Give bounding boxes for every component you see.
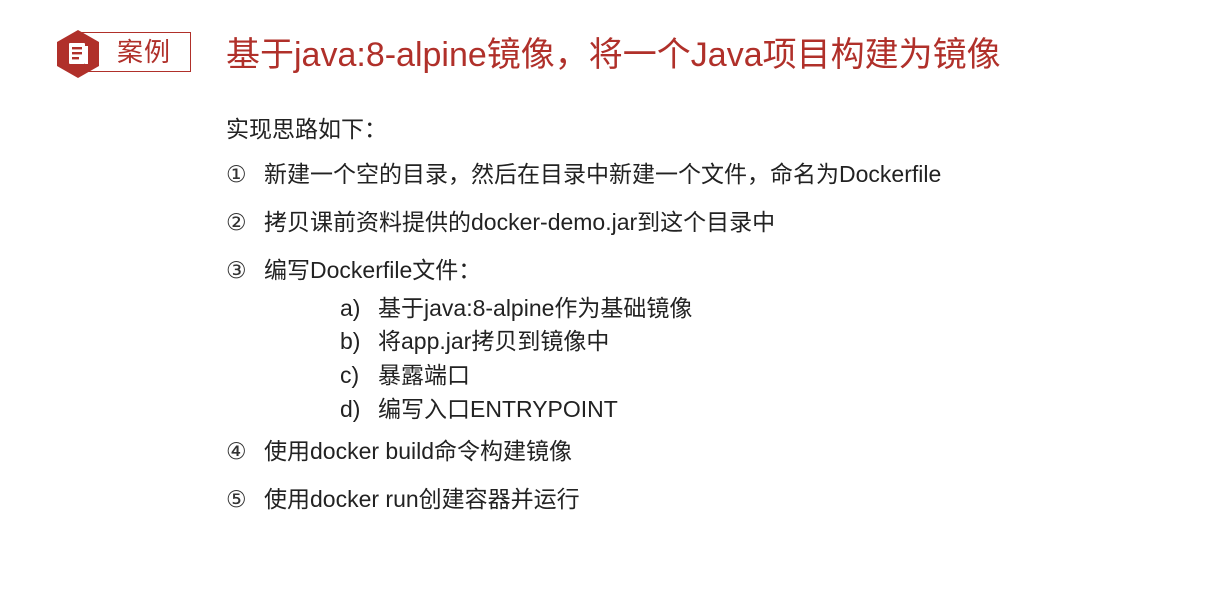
substep-item: d) 编写入口ENTRYPOINT — [340, 394, 618, 424]
substep-item: b) 将app.jar拷贝到镜像中 — [340, 326, 609, 356]
step-item: ⑤ 使用docker run创建容器并运行 — [226, 484, 580, 514]
substep-marker: a) — [340, 295, 361, 321]
step-number: ⑤ — [226, 486, 247, 512]
step-text: 拷贝课前资料提供的docker-demo.jar到这个目录中 — [264, 209, 776, 235]
step-text: 编写Dockerfile文件： — [264, 257, 482, 283]
substep-text: 编写入口ENTRYPOINT — [378, 396, 618, 422]
step-number: ② — [226, 209, 247, 235]
case-badge: 案例 — [55, 28, 193, 78]
substep-marker: c) — [340, 362, 360, 388]
page-title: 基于java:8-alpine镜像，将一个Java项目构建为镜像 — [226, 36, 1001, 74]
step-item: ① 新建一个空的目录，然后在目录中新建一个文件，命名为Dockerfile — [226, 159, 941, 189]
step-text: 新建一个空的目录，然后在目录中新建一个文件，命名为Dockerfile — [264, 161, 942, 187]
step-number: ④ — [226, 438, 247, 464]
step-number: ③ — [226, 257, 247, 283]
case-badge-label: 案例 — [117, 37, 172, 67]
substep-marker: d) — [340, 396, 361, 422]
intro-text: 实现思路如下： — [226, 116, 387, 142]
step-item: ④ 使用docker build命令构建镜像 — [226, 436, 572, 466]
substep-text: 暴露端口 — [378, 362, 470, 388]
substep-marker: b) — [340, 328, 361, 354]
substep-text: 基于java:8-alpine作为基础镜像 — [378, 295, 693, 321]
substep-item: a) 基于java:8-alpine作为基础镜像 — [340, 293, 692, 323]
substep-text: 将app.jar拷贝到镜像中 — [378, 328, 610, 354]
step-item: ③ 编写Dockerfile文件： — [226, 255, 481, 285]
step-number: ① — [226, 161, 247, 187]
substep-item: c) 暴露端口 — [340, 360, 470, 390]
step-item: ② 拷贝课前资料提供的docker-demo.jar到这个目录中 — [226, 207, 775, 237]
step-text: 使用docker run创建容器并运行 — [264, 486, 580, 512]
step-text: 使用docker build命令构建镜像 — [264, 438, 573, 464]
document-icon — [57, 30, 99, 78]
